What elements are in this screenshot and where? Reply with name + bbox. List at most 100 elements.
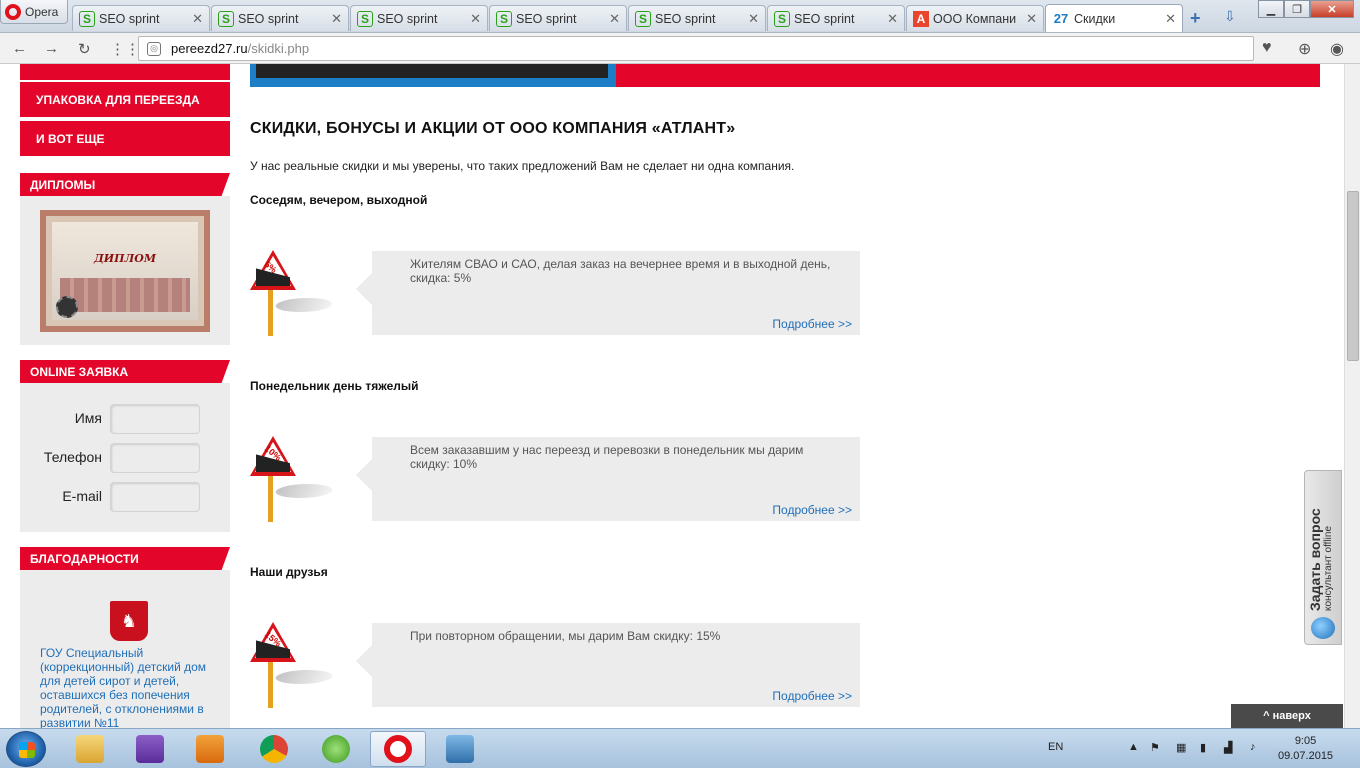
signal-icon[interactable]: ▟ <box>1224 741 1232 754</box>
download-manager-icon <box>322 735 350 763</box>
menu-item-label: И ВОТ ЕЩЕ <box>36 131 105 146</box>
phone-input[interactable] <box>110 443 200 473</box>
tab-label: SEO sprint <box>238 11 299 26</box>
opera-menu-label: Opera <box>25 4 59 19</box>
seo-sprint-icon: S <box>79 10 95 27</box>
download-icon[interactable]: ⊕ <box>1298 39 1311 59</box>
address-bar[interactable]: ◎ pereezd27.ru /skidki.php <box>138 36 1254 61</box>
name-input[interactable] <box>110 404 200 434</box>
phone-label: Телефон <box>43 449 102 465</box>
seo-sprint-icon: S <box>635 10 651 27</box>
tab-menu-icon[interactable]: ⇩ <box>1224 8 1236 25</box>
more-link[interactable]: Подробнее >> <box>772 317 852 331</box>
language-indicator[interactable]: EN <box>1048 741 1063 753</box>
close-tab-icon[interactable]: ✕ <box>470 11 481 27</box>
tab-seo-sprint-5[interactable]: S SEO sprint ✕ <box>628 5 766 31</box>
menu-item-packing[interactable]: УПАКОВКА ДЛЯ ПЕРЕЕЗДА <box>20 81 230 117</box>
ask-question-widget[interactable]: Задать вопрос консультант offline <box>1304 470 1342 645</box>
intro-text: У нас реальные скидки и мы уверены, что … <box>250 159 795 173</box>
start-button[interactable] <box>6 731 46 767</box>
reload-icon[interactable]: ↻ <box>78 40 91 58</box>
thanks-link[interactable]: ГОУ Специальный (коррекционный) детский … <box>40 646 220 728</box>
tab-company[interactable]: A ООО Компани ✕ <box>906 5 1044 31</box>
close-tab-icon[interactable]: ✕ <box>887 11 898 27</box>
offer-text: Всем заказавшим у нас переезд и перевозк… <box>410 443 804 471</box>
taskbar-visual-studio[interactable] <box>122 731 178 767</box>
seo-sprint-icon: S <box>774 10 790 27</box>
clock-date: 09.07.2015 <box>1278 750 1334 762</box>
close-tab-icon[interactable]: ✕ <box>331 11 342 27</box>
seo-sprint-icon: S <box>218 10 234 27</box>
opera-logo-icon <box>5 3 21 20</box>
show-hidden-icons-icon[interactable]: ▲ <box>1128 741 1139 753</box>
tab-skidki[interactable]: 27 Скидки ✕ <box>1045 4 1183 32</box>
diploma-image[interactable]: ДИПЛОМ <box>40 210 210 332</box>
volume-icon[interactable]: ♪ <box>1250 741 1256 753</box>
taskbar-media-player[interactable] <box>182 731 238 767</box>
email-input[interactable] <box>110 482 200 512</box>
network-icon[interactable]: ▦ <box>1176 741 1186 754</box>
forward-arrow-icon[interactable]: → <box>44 40 59 57</box>
tab-seo-sprint-3[interactable]: S SEO sprint ✕ <box>350 5 488 31</box>
speed-dial-grid-icon[interactable]: ⋮⋮ <box>110 40 140 58</box>
url-path: /skidki.php <box>247 41 310 56</box>
taskbar-explorer[interactable] <box>62 731 118 767</box>
kremlin-illustration <box>60 278 190 312</box>
browser-tab-bar: Opera S SEO sprint ✕ S SEO sprint ✕ S SE… <box>0 0 1360 33</box>
page-scrollbar[interactable] <box>1344 64 1360 728</box>
menu-item-more[interactable]: И ВОТ ЕЩЕ <box>20 120 230 156</box>
diploma-paper: ДИПЛОМ <box>52 222 198 320</box>
offer-title: Понедельник день тяжелый <box>250 379 419 393</box>
tab-seo-sprint-1[interactable]: S SEO sprint ✕ <box>72 5 210 31</box>
phone-field-row: Телефон <box>20 443 230 473</box>
close-tab-icon[interactable]: ✕ <box>1165 11 1176 27</box>
thanks-heading: БЛАГОДАРНОСТИ <box>20 547 230 570</box>
site-info-icon[interactable]: ◎ <box>147 41 161 56</box>
more-link[interactable]: Подробнее >> <box>772 503 852 517</box>
battery-icon[interactable]: ▮ <box>1200 741 1206 754</box>
clock-time: 9:05 <box>1294 735 1317 747</box>
new-tab-icon[interactable]: + <box>1190 8 1201 29</box>
taskbar-downloader[interactable] <box>308 731 364 767</box>
27-icon: 27 <box>1053 11 1069 26</box>
menu-item-label: УПАКОВКА ДЛЯ ПЕРЕЕЗДА <box>36 92 200 107</box>
discount-sign-icon: 10% <box>250 436 340 522</box>
visual-studio-icon <box>136 735 164 763</box>
more-link[interactable]: Подробнее >> <box>772 689 852 703</box>
tab-seo-sprint-6[interactable]: S SEO sprint ✕ <box>767 5 905 31</box>
name-label: Имя <box>74 410 102 426</box>
scrollbar-thumb[interactable] <box>1347 191 1359 361</box>
diplomas-heading: ДИПЛОМЫ <box>20 173 230 196</box>
tab-label: SEO sprint <box>655 11 716 26</box>
taskbar-opera[interactable] <box>370 731 426 767</box>
close-tab-icon[interactable]: ✕ <box>748 11 759 27</box>
taskbar-photo-viewer[interactable] <box>432 731 488 767</box>
thanks-heading-text: БЛАГОДАРНОСТИ <box>30 551 139 566</box>
heart-icon[interactable]: ♥ <box>1262 39 1272 57</box>
media-player-icon <box>196 735 224 763</box>
offer-title: Наши друзья <box>250 565 328 579</box>
account-icon[interactable]: ◉ <box>1330 39 1344 59</box>
opera-menu-button[interactable]: Opera <box>0 0 68 24</box>
moscow-coat-of-arms-icon: ♞ <box>110 601 148 641</box>
system-clock[interactable]: 9:05 09.07.2015 <box>1278 734 1333 764</box>
back-arrow-icon[interactable]: ← <box>12 40 27 57</box>
back-to-top-button[interactable]: ^ наверх <box>1231 704 1343 728</box>
tab-seo-sprint-4[interactable]: S SEO sprint ✕ <box>489 5 627 31</box>
action-center-icon[interactable]: ⚑ <box>1150 741 1160 754</box>
online-request-heading-text: ONLINE ЗАЯВКА <box>30 364 129 379</box>
seo-sprint-icon: S <box>496 10 512 27</box>
windows-logo-icon <box>19 742 35 758</box>
close-tab-icon[interactable]: ✕ <box>609 11 620 27</box>
close-tab-icon[interactable]: ✕ <box>192 11 203 27</box>
tab-seo-sprint-2[interactable]: S SEO sprint ✕ <box>211 5 349 31</box>
taskbar-chrome[interactable] <box>246 731 302 767</box>
menu-item-top-partial[interactable] <box>20 64 230 80</box>
close-window-icon[interactable]: ✕ <box>1310 0 1354 18</box>
opera-icon <box>384 735 412 763</box>
ask-question-text: Задать вопрос консультант offline <box>1307 508 1334 611</box>
photo-viewer-icon <box>446 735 474 763</box>
maximize-icon[interactable]: ❐ <box>1284 0 1310 18</box>
minimize-icon[interactable]: ▁ <box>1258 0 1284 18</box>
close-tab-icon[interactable]: ✕ <box>1026 11 1037 27</box>
